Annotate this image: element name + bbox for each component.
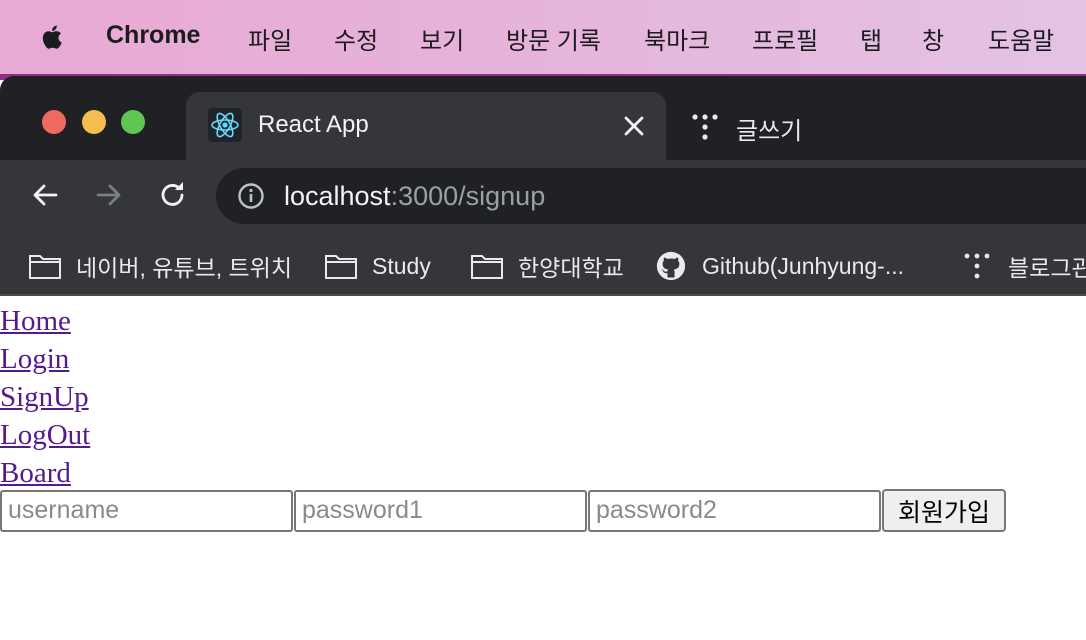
menu-tab[interactable]: 탭 <box>860 21 882 56</box>
back-arrow-icon[interactable] <box>28 178 62 212</box>
signup-form: 회원가입 <box>0 489 1007 532</box>
url-text: localhost:3000/signup <box>284 181 545 212</box>
tab-strip: React App 글쓰기 <box>0 76 1086 162</box>
site-info-icon[interactable] <box>236 181 266 211</box>
menu-help[interactable]: 도움말 <box>988 21 1054 56</box>
menu-view[interactable]: 보기 <box>420 21 464 56</box>
bookmark-folder-study[interactable]: Study <box>324 248 431 284</box>
site-nav: Home Login SignUp LogOut Board <box>0 302 90 492</box>
react-logo-icon <box>208 108 242 142</box>
tab-title: 글쓰기 <box>736 118 803 145</box>
bookmarks-bar: 네이버, 유튜브, 트위치 Study 한양대학교 Github(Junhyun… <box>0 238 1086 296</box>
nav-link-logout[interactable]: LogOut <box>0 416 90 454</box>
nav-link-board[interactable]: Board <box>0 454 90 492</box>
minimize-window-button[interactable] <box>82 110 106 134</box>
signup-submit-button[interactable]: 회원가입 <box>882 489 1007 532</box>
menu-edit[interactable]: 수정 <box>334 21 378 56</box>
tistory-icon <box>692 114 718 140</box>
github-icon <box>656 251 686 281</box>
menu-file[interactable]: 파일 <box>248 21 292 56</box>
password1-input[interactable] <box>294 489 587 532</box>
bookmark-label: 네이버, 유튜브, 트위치 <box>76 255 293 281</box>
menubar-app-name[interactable]: Chrome <box>106 21 200 50</box>
address-bar[interactable]: localhost:3000/signup <box>216 168 1086 224</box>
tab-title: React App <box>258 111 369 138</box>
folder-icon <box>29 255 61 279</box>
nav-link-home[interactable]: Home <box>0 302 90 340</box>
reload-icon[interactable] <box>156 178 190 212</box>
forward-arrow-icon[interactable] <box>92 178 126 212</box>
zoom-window-button[interactable] <box>121 110 145 134</box>
folder-icon <box>325 255 357 279</box>
bookmark-github[interactable]: Github(Junhyung-... <box>654 248 904 284</box>
tab-write-post[interactable]: 글쓰기 <box>690 92 1086 162</box>
url-path: :3000/signup <box>390 181 546 211</box>
url-host: localhost <box>284 181 391 211</box>
folder-icon <box>471 255 503 279</box>
apple-logo-icon[interactable] <box>38 22 68 52</box>
browser-window: React App 글쓰기 localhost:3000/signup 네이버,… <box>0 74 1086 640</box>
bookmark-label: Study <box>372 252 431 279</box>
tab-react-app[interactable]: React App <box>186 92 666 162</box>
macos-menubar: Chrome 파일 수정 보기 방문 기록 북마크 프로필 탭 창 도움말 <box>0 0 1086 74</box>
bookmark-label: Github(Junhyung-... <box>702 252 905 279</box>
username-input[interactable] <box>0 489 293 532</box>
page-content: Home Login SignUp LogOut Board 회원가입 <box>0 298 1086 640</box>
menu-profiles[interactable]: 프로필 <box>752 21 818 56</box>
browser-toolbar: localhost:3000/signup <box>0 160 1086 238</box>
bookmark-folder-portal[interactable]: 네이버, 유튜브, 트위치 <box>28 248 292 284</box>
tistory-icon <box>964 253 990 279</box>
nav-link-login[interactable]: Login <box>0 340 90 378</box>
menu-bookmarks[interactable]: 북마크 <box>644 21 710 56</box>
password2-input[interactable] <box>588 489 881 532</box>
menu-window[interactable]: 창 <box>922 21 944 56</box>
close-window-button[interactable] <box>42 110 66 134</box>
close-tab-icon[interactable] <box>620 112 648 140</box>
bookmark-blog[interactable]: 블로그관 <box>960 248 1086 284</box>
bookmark-folder-hanyang[interactable]: 한양대학교 <box>470 248 624 284</box>
bookmark-label: 한양대학교 <box>518 255 624 281</box>
nav-link-signup[interactable]: SignUp <box>0 378 90 416</box>
menu-history[interactable]: 방문 기록 <box>506 21 601 56</box>
bookmark-label: 블로그관 <box>1008 255 1086 281</box>
